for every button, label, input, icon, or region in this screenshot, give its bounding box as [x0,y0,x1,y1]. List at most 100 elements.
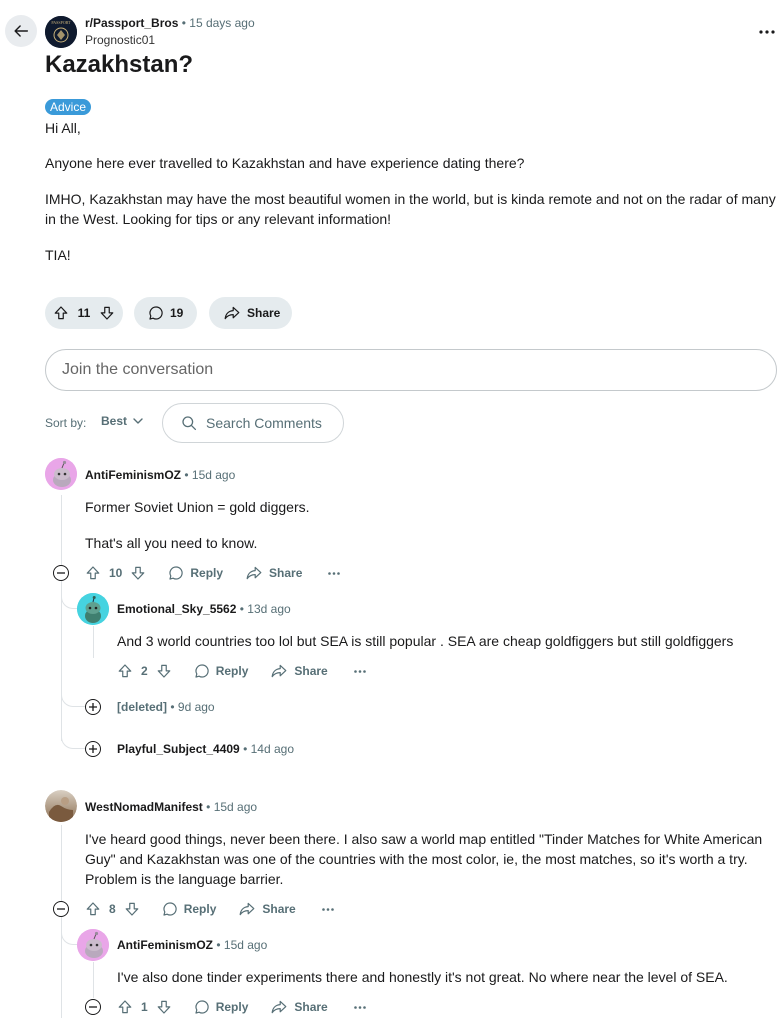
share-icon [238,901,256,917]
comment-actions: 8 Reply Share [85,897,334,921]
upvote-icon [85,901,101,917]
post-share-button[interactable]: Share [209,297,292,329]
expand-thread-button[interactable] [85,699,101,715]
comment-actions: 1 Reply Share [117,995,366,1018]
upvote-icon[interactable] [53,305,69,321]
comment-text: That's all you need to know. [85,535,258,551]
comment-more-button[interactable] [353,669,366,673]
more-options-button[interactable] [752,20,779,44]
downvote-button[interactable] [124,901,140,917]
upvote-button[interactable] [117,999,133,1015]
post-flair[interactable]: Advice [45,99,92,115]
comment-header: AntiFeminismOZ • 15d ago [117,938,268,952]
downvote-button[interactable] [156,663,172,679]
upvote-button[interactable] [85,565,101,581]
comment-more-button[interactable] [353,1005,366,1009]
thread-connector [61,692,85,707]
share-button[interactable]: Share [270,663,328,679]
post-comments-button[interactable]: 19 [134,297,197,329]
user-photo-avatar-icon [45,790,77,822]
downvote-icon [156,663,172,679]
subreddit-avatar[interactable]: PASSPORT [45,16,77,48]
comment-more-button[interactable] [321,907,334,911]
reply-button[interactable]: Reply [168,565,223,581]
comment-time: 13d ago [247,602,291,616]
minus-icon [57,908,65,910]
expand-thread-button[interactable] [85,741,101,757]
comment-more-button[interactable] [328,571,341,575]
comment-icon [194,999,210,1015]
comment-icon [194,663,210,679]
comment-time: 15d ago [223,938,268,952]
post-share-label: Share [247,306,281,320]
minus-icon [57,572,65,574]
share-label: Share [294,1000,328,1014]
collapse-thread-button[interactable] [53,565,69,581]
comment-author: [deleted] [117,700,168,714]
ellipsis-icon [353,669,366,673]
post-body-paragraph: Hi All, [45,120,81,136]
search-comments-input[interactable]: Search Comments [162,403,344,443]
thread-connector [61,594,77,609]
thread-line [61,495,62,565]
avatar[interactable] [77,929,109,961]
post-body-paragraph: TIA! [45,247,71,263]
upvote-button[interactable] [85,901,101,917]
subreddit-name[interactable]: r/Passport_Bros [85,16,178,30]
thread-line [61,825,62,901]
ellipsis-icon [353,1005,366,1009]
sort-dropdown[interactable]: Best [101,414,143,428]
upvote-icon [117,663,133,679]
avatar[interactable] [45,790,77,822]
comment-header: WestNomadManifest • 15d ago [85,800,258,814]
back-button[interactable] [5,15,37,47]
search-icon [181,415,197,431]
plus-icon [89,703,97,711]
downvote-icon[interactable] [99,305,115,321]
ellipsis-icon [321,907,334,911]
avatar[interactable] [45,458,77,490]
sort-label: Sort by: [45,416,87,430]
join-conversation-input[interactable]: Join the conversation [45,349,777,391]
search-comments-placeholder: Search Comments [206,415,322,431]
reply-button[interactable]: Reply [162,901,216,917]
thread-line [93,626,94,658]
thread-line [61,581,62,741]
comment-author[interactable]: Playful_Subject_4409 [117,742,240,756]
reply-button[interactable]: Reply [194,663,249,679]
thread-connector [61,734,85,749]
comment-text: Former Soviet Union = gold diggers. [85,499,310,515]
comment-time: 14d ago [250,742,295,756]
share-label: Share [269,566,303,580]
post-author[interactable]: Prognostic01 [85,33,155,47]
downvote-button[interactable] [130,565,146,581]
arrow-left-icon [12,22,30,40]
collapse-thread-button[interactable] [85,999,101,1015]
collapse-thread-button[interactable] [53,901,69,917]
post-comment-count: 19 [170,306,184,320]
comment-time: 9d ago [177,700,215,714]
avatar[interactable] [77,593,109,625]
share-button[interactable]: Share [238,901,296,917]
comment-author[interactable]: AntiFeminismOZ [85,468,181,482]
post-vote-bar: 11 [45,297,123,329]
downvote-button[interactable] [156,999,172,1015]
comment-header: [deleted] • 9d ago [117,700,215,714]
comment-author[interactable]: WestNomadManifest [85,800,203,814]
share-button[interactable]: Share [270,999,328,1015]
comment-author[interactable]: AntiFeminismOZ [117,938,213,952]
reply-label: Reply [215,1000,249,1014]
reply-button[interactable]: Reply [194,999,249,1015]
comment-author[interactable]: Emotional_Sky_5562 [117,602,236,616]
share-label: Share [294,664,328,678]
share-icon [245,565,263,581]
share-button[interactable]: Share [245,565,302,581]
comment-text: I've heard good things, never been there… [85,831,763,887]
ellipsis-icon [328,571,341,575]
comment-vote-count: 10 [109,566,123,580]
reply-label: Reply [215,664,249,678]
upvote-button[interactable] [117,663,133,679]
post-time: 15 days ago [189,16,255,30]
plus-icon [89,745,97,753]
share-icon [223,305,241,321]
